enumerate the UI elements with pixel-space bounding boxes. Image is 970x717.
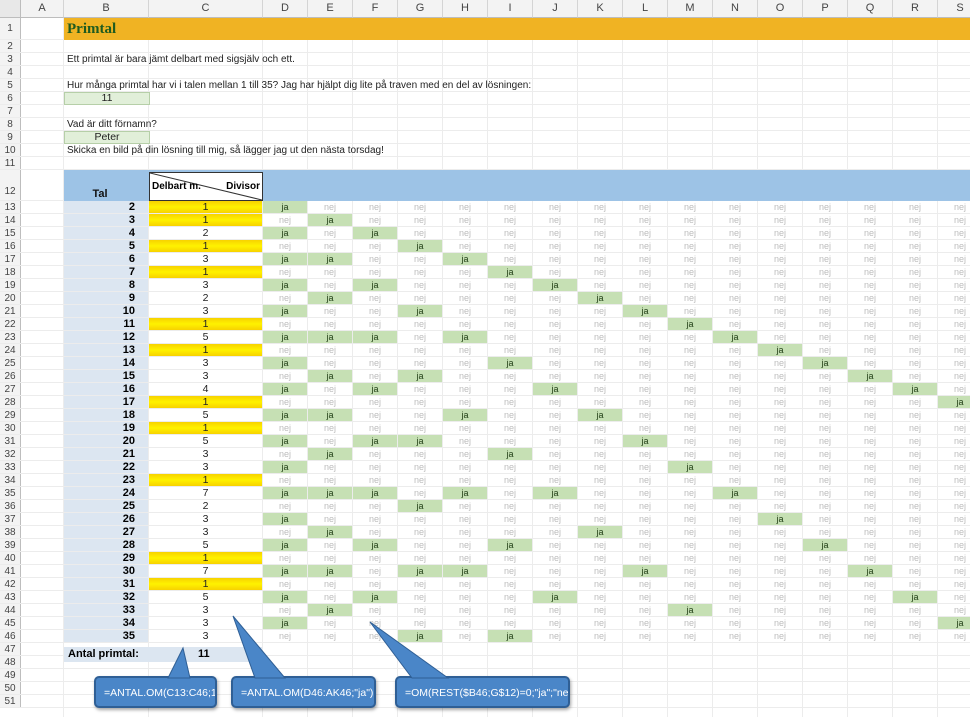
gridline-row: [0, 473, 970, 474]
gridline-col: [712, 18, 713, 717]
column-header-o[interactable]: O: [758, 0, 803, 18]
gridline-col: [487, 18, 488, 717]
column-header-q[interactable]: Q: [848, 0, 893, 18]
gridline-col: [397, 18, 398, 717]
gridline-col: [847, 18, 848, 717]
gridline-row: [0, 395, 970, 396]
gridline-row: [0, 213, 970, 214]
delbart-label: Delbart m.: [152, 181, 201, 192]
column-header-d[interactable]: D: [263, 0, 308, 18]
column-header-j[interactable]: J: [533, 0, 578, 18]
gridline-row: [0, 226, 970, 227]
column-header-e[interactable]: E: [308, 0, 353, 18]
formula-callout-3: =OM(REST($B46;G$12)=0;"ja";"nej: [395, 676, 570, 708]
delbart-divisor-header: Delbart m. Divisor: [149, 172, 263, 201]
gridline-row: [0, 408, 970, 409]
gridline-row: [0, 304, 970, 305]
gridline-row: [0, 642, 970, 643]
gridline-row: [0, 460, 970, 461]
divisor-label: Divisor: [226, 181, 260, 192]
gridline-row: [0, 499, 970, 500]
row-header-12[interactable]: 12: [0, 170, 21, 201]
gridline-col: [757, 18, 758, 717]
gridline-row: [0, 252, 970, 253]
column-header-l[interactable]: L: [623, 0, 668, 18]
gridline-row: [0, 486, 970, 487]
spreadsheet-grid: nej nej nej nej nej nej nej nej nej nej ja nej ja nej…: [0, 0, 970, 717]
gridline-col: [442, 18, 443, 717]
gridline-row: [0, 577, 970, 578]
gridline-row: [0, 265, 970, 266]
column-header-f[interactable]: F: [353, 0, 398, 18]
intro-text: Ett primtal är bara jämt delbart med sig…: [67, 54, 295, 65]
gridline-row: [0, 369, 970, 370]
gridline-row: [0, 551, 970, 552]
gridline-col: [577, 18, 578, 717]
gridline-row: [0, 525, 970, 526]
gridline-row: [0, 382, 970, 383]
column-header-h[interactable]: H: [443, 0, 488, 18]
gridline-row: [0, 564, 970, 565]
gridline-col: [937, 18, 938, 717]
gridline-row: [0, 421, 970, 422]
gridline-row: [0, 538, 970, 539]
formula-callout-2: =ANTAL.OM(D46:AK46;"ja"): [231, 676, 376, 708]
column-header-i[interactable]: I: [488, 0, 533, 18]
gridline-col: [802, 18, 803, 717]
question-text: Hur många primtal har vi i talen mellan …: [67, 80, 532, 91]
column-header-k[interactable]: K: [578, 0, 623, 18]
column-header-n[interactable]: N: [713, 0, 758, 18]
gridline-row: [0, 668, 970, 669]
gridline-row: [0, 239, 970, 240]
name-prompt: Vad är ditt förnamn?: [67, 119, 157, 130]
select-all-corner[interactable]: [0, 0, 21, 18]
column-header-g[interactable]: G: [398, 0, 443, 18]
gridline-row: [0, 447, 970, 448]
gridline-row: [0, 278, 970, 279]
gridline-col: [532, 18, 533, 717]
column-header-p[interactable]: P: [803, 0, 848, 18]
column-header-a[interactable]: A: [21, 0, 64, 18]
gridline-row: [0, 330, 970, 331]
formula-callout-1: =ANTAL.OM(C13:C46;1: [94, 676, 217, 708]
gridline-row: [0, 629, 970, 630]
gridline-col: [892, 18, 893, 717]
gridline-row: [0, 512, 970, 513]
name-input[interactable]: Peter: [64, 131, 150, 144]
gridline-row: [0, 616, 970, 617]
footer-label: Antal primtal:: [68, 648, 139, 660]
answer-input[interactable]: 11: [64, 92, 150, 105]
gridline-col: [622, 18, 623, 717]
gridline-row: [0, 356, 970, 357]
footer-value: 11: [198, 648, 210, 660]
gridline-row: [0, 343, 970, 344]
instruction-text: Skicka en bild på din lösning till mig, …: [67, 145, 384, 156]
gridline-row: [0, 603, 970, 604]
gridline-row: [0, 590, 970, 591]
gridline-row: [0, 291, 970, 292]
column-header-m[interactable]: M: [668, 0, 713, 18]
row-header-1[interactable]: 1: [0, 18, 21, 40]
gridline-row: [0, 317, 970, 318]
gridline-row: [0, 434, 970, 435]
column-header-r[interactable]: R: [893, 0, 938, 18]
tal-header: Tal: [92, 188, 108, 200]
sheet-title: Primtal: [67, 21, 117, 37]
gridline-col: [667, 18, 668, 717]
column-header-s[interactable]: S: [938, 0, 970, 18]
